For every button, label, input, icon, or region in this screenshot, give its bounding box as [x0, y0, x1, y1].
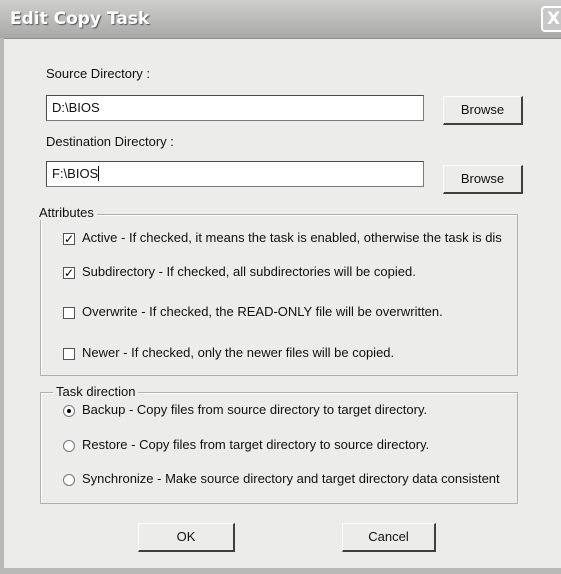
restore-label: Restore - Copy files from target directo…	[82, 437, 430, 452]
source-browse-label: Browse	[460, 102, 505, 117]
source-directory-label: Source Directory :	[46, 66, 151, 81]
newer-label: Newer - If checked, only the newer files…	[82, 345, 395, 360]
title-bar[interactable]: Edit Copy Task X	[0, 0, 561, 39]
destination-directory-label: Destination Directory :	[46, 134, 174, 149]
close-icon: X	[547, 9, 561, 29]
ok-button[interactable]: OK	[138, 523, 235, 552]
active-label: Active - If checked, it means the task i…	[82, 230, 502, 245]
subdirectory-checkbox[interactable]: ✓	[63, 267, 75, 279]
edit-copy-task-dialog: Edit Copy Task X Source Directory : D:\B…	[0, 0, 561, 574]
subdirectory-label: Subdirectory - If checked, all subdirect…	[82, 264, 416, 279]
synchronize-label: Synchronize - Make source directory and …	[82, 471, 500, 486]
window-frame-bottom	[0, 568, 561, 574]
task-direction-legend: Task direction	[53, 384, 139, 399]
newer-checkbox[interactable]	[63, 348, 75, 360]
destination-directory-input[interactable]: F:\BIOS	[46, 161, 424, 187]
close-button[interactable]: X	[541, 6, 561, 32]
restore-radio[interactable]	[63, 440, 75, 452]
overwrite-label: Overwrite - If checked, the READ-ONLY fi…	[82, 304, 443, 319]
synchronize-label-clip: Synchronize - Make source directory and …	[82, 469, 514, 489]
cancel-label: Cancel	[368, 529, 409, 544]
active-label-clip: Active - If checked, it means the task i…	[82, 228, 514, 248]
attributes-legend: Attributes	[36, 205, 97, 220]
window-frame-left	[0, 38, 4, 568]
dialog-title: Edit Copy Task	[10, 9, 150, 29]
check-mark-icon: ✓	[64, 232, 75, 246]
backup-radio[interactable]	[63, 405, 75, 417]
text-caret	[98, 166, 100, 181]
cancel-button[interactable]: Cancel	[342, 523, 436, 552]
destination-browse-button[interactable]: Browse	[443, 165, 523, 194]
ok-label: OK	[176, 529, 196, 544]
check-mark-icon: ✓	[64, 266, 75, 280]
overwrite-checkbox[interactable]	[63, 307, 75, 319]
source-browse-button[interactable]: Browse	[443, 96, 523, 125]
source-directory-value: D:\BIOS	[52, 100, 100, 115]
destination-browse-label: Browse	[460, 171, 505, 186]
active-checkbox[interactable]: ✓	[63, 233, 75, 245]
synchronize-radio[interactable]	[63, 474, 75, 486]
source-directory-input[interactable]: D:\BIOS	[46, 95, 424, 121]
backup-label: Backup - Copy files from source director…	[82, 402, 428, 417]
destination-directory-value: F:\BIOS	[52, 166, 99, 181]
